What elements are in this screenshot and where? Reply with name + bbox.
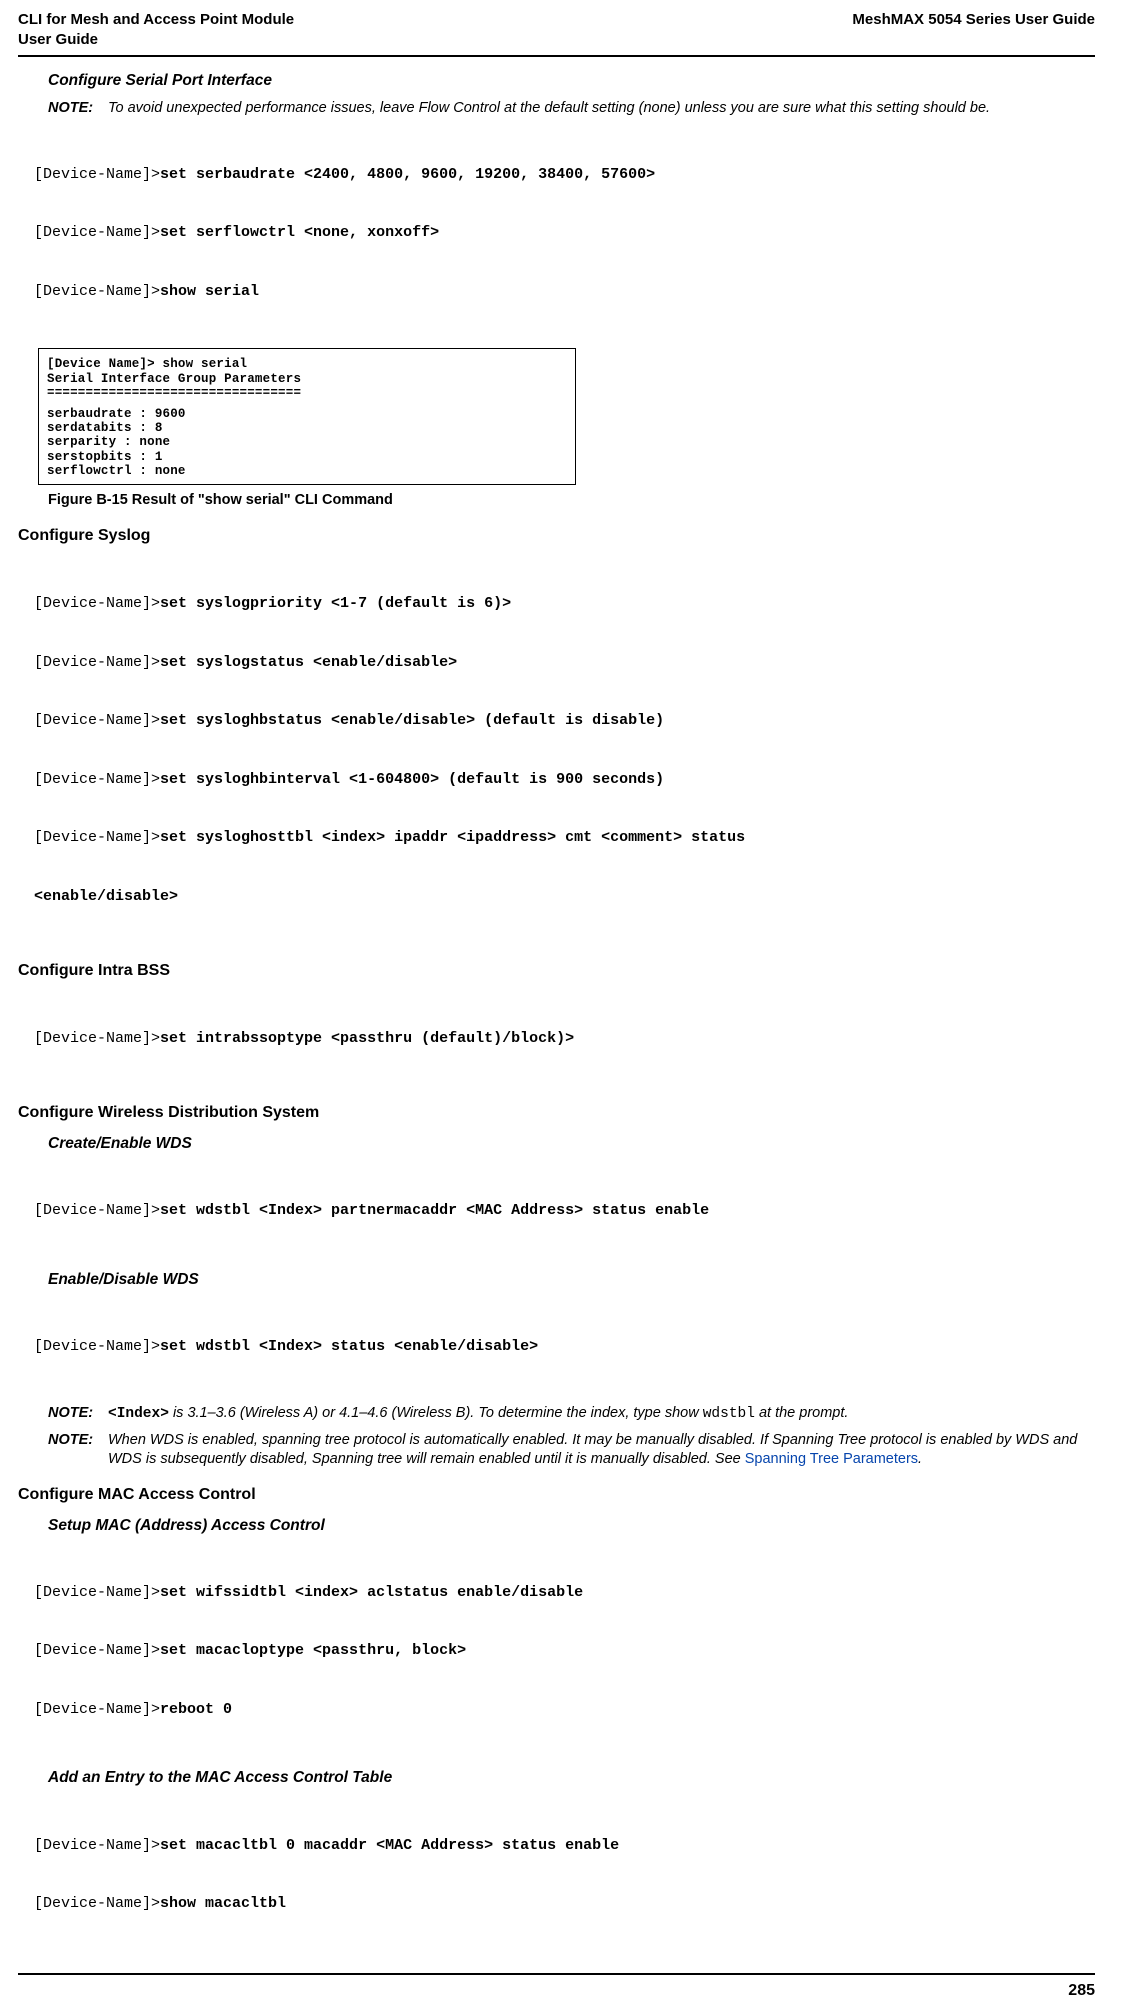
- note-code: <Index>: [108, 1406, 169, 1422]
- cli-command: set syslogpriority <1-7 (default is 6)>: [160, 595, 511, 612]
- wds-create-title: Create/Enable WDS: [48, 1134, 1095, 1154]
- mac-add-title: Add an Entry to the MAC Access Control T…: [48, 1768, 1095, 1788]
- cli-prompt: [Device-Name]>: [34, 1701, 160, 1718]
- cli-prompt: [Device-Name]>: [34, 1642, 160, 1659]
- note-text: When WDS is enabled, spanning tree proto…: [108, 1432, 1077, 1467]
- term-line: =================================: [47, 386, 567, 400]
- cli-command: set serbaudrate <2400, 4800, 9600, 19200…: [160, 166, 655, 183]
- header-rule: [18, 55, 1095, 57]
- wds-enable-title: Enable/Disable WDS: [48, 1270, 1095, 1290]
- cli-command: set sysloghbinterval <1-604800> (default…: [160, 771, 664, 788]
- note-label: NOTE:: [48, 1404, 108, 1424]
- cli-wds-create: [Device-Name]>set wdstbl <Index> partner…: [34, 1162, 1095, 1260]
- note-label: NOTE:: [48, 1431, 108, 1469]
- term-line: serparity : none: [47, 435, 567, 449]
- section-wds-title: Configure Wireless Distribution System: [18, 1103, 1095, 1124]
- note-label: NOTE:: [48, 99, 108, 118]
- section-serial-title: Configure Serial Port Interface: [48, 71, 1095, 91]
- cli-command: set wdstbl <Index> status <enable/disabl…: [160, 1338, 538, 1355]
- mac-setup-title: Setup MAC (Address) Access Control: [48, 1516, 1095, 1536]
- cli-syslog: [Device-Name]>set syslogpriority <1-7 (d…: [34, 555, 1095, 945]
- note-body: When WDS is enabled, spanning tree proto…: [108, 1431, 1095, 1469]
- cli-command: show serial: [160, 283, 259, 300]
- cli-prompt: [Device-Name]>: [34, 1895, 160, 1912]
- note-text: at the prompt.: [755, 1405, 849, 1421]
- cli-prompt: [Device-Name]>: [34, 1030, 160, 1047]
- cli-prompt: [Device-Name]>: [34, 712, 160, 729]
- note-code: wdstbl: [703, 1406, 755, 1422]
- header-right: MeshMAX 5054 Series User Guide: [852, 10, 1095, 30]
- cli-command: set wifssidtbl <index> aclstatus enable/…: [160, 1584, 583, 1601]
- cli-prompt: [Device-Name]>: [34, 1584, 160, 1601]
- term-line: [Device Name]> show serial: [47, 357, 567, 371]
- cli-mac-setup: [Device-Name]>set wifssidtbl <index> acl…: [34, 1544, 1095, 1759]
- cli-prompt: [Device-Name]>: [34, 1338, 160, 1355]
- cli-prompt: [Device-Name]>: [34, 283, 160, 300]
- terminal-output-box: [Device Name]> show serial Serial Interf…: [38, 348, 576, 485]
- cli-prompt: [Device-Name]>: [34, 166, 160, 183]
- spanning-tree-link[interactable]: Spanning Tree Parameters: [745, 1451, 918, 1467]
- cli-wds-enable: [Device-Name]>set wdstbl <Index> status …: [34, 1298, 1095, 1396]
- cli-command: set sysloghosttbl <index> ipaddr <ipaddr…: [160, 829, 745, 846]
- footer-rule: [18, 1973, 1095, 1975]
- cli-command: set serflowctrl <none, xonxoff>: [160, 224, 439, 241]
- section-intrabss-title: Configure Intra BSS: [18, 961, 1095, 982]
- page-number: 285: [18, 1981, 1095, 2002]
- cli-command: set intrabssoptype <passthru (default)/b…: [160, 1030, 574, 1047]
- section-mac-title: Configure MAC Access Control: [18, 1485, 1095, 1506]
- cli-mac-add: [Device-Name]>set macacltbl 0 macaddr <M…: [34, 1797, 1095, 1953]
- figure-caption: Figure B-15 Result of "show serial" CLI …: [48, 491, 1095, 510]
- cli-prompt: [Device-Name]>: [34, 771, 160, 788]
- term-line: serdatabits : 8: [47, 421, 567, 435]
- note-body: To avoid unexpected performance issues, …: [108, 99, 1095, 118]
- note-text: .: [918, 1451, 922, 1467]
- term-line: serstopbits : 1: [47, 450, 567, 464]
- cli-command: set macacloptype <passthru, block>: [160, 1642, 466, 1659]
- section-syslog-title: Configure Syslog: [18, 526, 1095, 547]
- cli-command: reboot 0: [160, 1701, 232, 1718]
- cli-prompt: [Device-Name]>: [34, 1837, 160, 1854]
- term-line: serflowctrl : none: [47, 464, 567, 478]
- cli-prompt: [Device-Name]>: [34, 654, 160, 671]
- cli-command: <enable/disable>: [34, 888, 178, 905]
- cli-command: set macacltbl 0 macaddr <MAC Address> st…: [160, 1837, 619, 1854]
- term-line: serbaudrate : 9600: [47, 407, 567, 421]
- cli-command: set syslogstatus <enable/disable>: [160, 654, 457, 671]
- cli-prompt: [Device-Name]>: [34, 1202, 160, 1219]
- cli-serial: [Device-Name]>set serbaudrate <2400, 480…: [34, 126, 1095, 341]
- cli-intrabss: [Device-Name]>set intrabssoptype <passth…: [34, 990, 1095, 1088]
- cli-prompt: [Device-Name]>: [34, 829, 160, 846]
- note-text: is 3.1–3.6 (Wireless A) or 4.1–4.6 (Wire…: [169, 1405, 703, 1421]
- cli-command: set sysloghbstatus <enable/disable> (def…: [160, 712, 664, 729]
- note-body: <Index> is 3.1–3.6 (Wireless A) or 4.1–4…: [108, 1404, 1095, 1424]
- cli-prompt: [Device-Name]>: [34, 224, 160, 241]
- cli-command: set wdstbl <Index> partnermacaddr <MAC A…: [160, 1202, 709, 1219]
- header-left: CLI for Mesh and Access Point Module Use…: [18, 10, 294, 49]
- term-line: Serial Interface Group Parameters: [47, 372, 567, 386]
- cli-prompt: [Device-Name]>: [34, 595, 160, 612]
- cli-command: show macacltbl: [160, 1895, 286, 1912]
